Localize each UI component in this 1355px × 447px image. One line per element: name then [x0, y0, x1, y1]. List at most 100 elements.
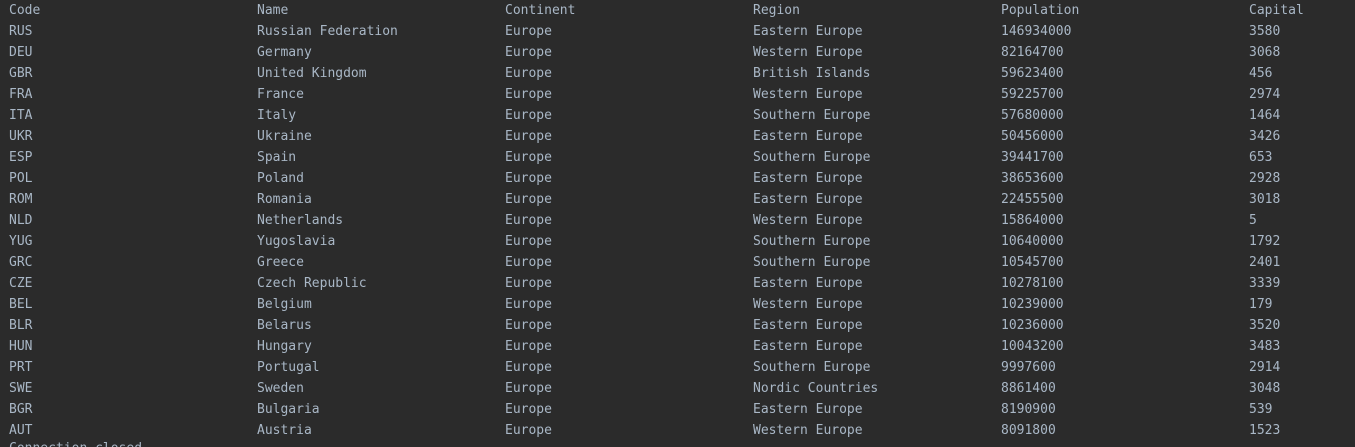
cell-population: 10545700: [1001, 255, 1064, 270]
cell-population: 22455500: [1001, 192, 1064, 207]
table-row: GBR United Kingdom Europe British Islands 59…: [0, 63, 1355, 84]
console-output: Code Name Continent Region Population Ca…: [0, 0, 1355, 447]
cell-region: Eastern Europe: [753, 276, 863, 291]
cell-continent: Europe: [505, 171, 552, 186]
cell-code: ITA: [9, 108, 33, 123]
cell-name: Italy: [257, 108, 297, 123]
cell-continent: Europe: [505, 45, 552, 60]
cell-region: Eastern Europe: [753, 171, 863, 186]
cell-name: Poland: [257, 171, 304, 186]
cell-code: PRT: [9, 360, 33, 375]
cell-region: British Islands: [753, 66, 871, 81]
cell-name: Germany: [257, 45, 312, 60]
cell-capital: 3426: [1249, 129, 1281, 144]
cell-name: France: [257, 87, 304, 102]
cell-code: FRA: [9, 87, 33, 102]
cell-code: HUN: [9, 339, 33, 354]
cell-name: Czech Republic: [257, 276, 367, 291]
cell-region: Eastern Europe: [753, 318, 863, 333]
table-row: FRA France Europe Western Europe 59225700 297…: [0, 84, 1355, 105]
cell-code: NLD: [9, 213, 33, 228]
cell-code: BEL: [9, 297, 33, 312]
cell-continent: Europe: [505, 318, 552, 333]
cell-region: Western Europe: [753, 213, 863, 228]
console-footer-text: Connection closed.: [9, 438, 150, 447]
cell-capital: 456: [1249, 66, 1273, 81]
cell-continent: Europe: [505, 276, 552, 291]
cell-region: Southern Europe: [753, 255, 871, 270]
cell-code: ESP: [9, 150, 33, 165]
cell-name: Bulgaria: [257, 402, 320, 417]
cell-capital: 3520: [1249, 318, 1281, 333]
cell-code: UKR: [9, 129, 33, 144]
cell-continent: Europe: [505, 381, 552, 396]
cell-population: 146934000: [1001, 24, 1072, 39]
cell-continent: Europe: [505, 234, 552, 249]
cell-name: Belgium: [257, 297, 312, 312]
table-row: ROM Romania Europe Eastern Europe 22455500 30…: [0, 189, 1355, 210]
cell-name: United Kingdom: [257, 66, 367, 81]
cell-population: 10640000: [1001, 234, 1064, 249]
cell-capital: 3339: [1249, 276, 1281, 291]
cell-region: Eastern Europe: [753, 129, 863, 144]
cell-name: Netherlands: [257, 213, 344, 228]
cell-region: Nordic Countries: [753, 381, 879, 396]
table-row: BLR Belarus Europe Eastern Europe 10236000 35…: [0, 315, 1355, 336]
cell-capital: 2974: [1249, 87, 1281, 102]
cell-region: Eastern Europe: [753, 192, 863, 207]
cell-name: Belarus: [257, 318, 312, 333]
cell-capital: 179: [1249, 297, 1273, 312]
cell-continent: Europe: [505, 150, 552, 165]
cell-continent: Europe: [505, 24, 552, 39]
cell-population: 10043200: [1001, 339, 1064, 354]
cell-capital: 3048: [1249, 381, 1281, 396]
cell-capital: 3483: [1249, 339, 1281, 354]
table-row: YUG Yugoslavia Europe Southern Europe 106400…: [0, 231, 1355, 252]
cell-region: Western Europe: [753, 45, 863, 60]
cell-population: 15864000: [1001, 213, 1064, 228]
cell-population: 8091800: [1001, 423, 1056, 438]
cell-capital: 1792: [1249, 234, 1281, 249]
cell-region: Western Europe: [753, 423, 863, 438]
cell-population: 59225700: [1001, 87, 1064, 102]
cell-code: BLR: [9, 318, 33, 333]
table-row: ITA Italy Europe Southern Europe 57680000 146…: [0, 105, 1355, 126]
cell-code: RUS: [9, 24, 33, 39]
cell-capital: 3018: [1249, 192, 1281, 207]
cell-population: 10239000: [1001, 297, 1064, 312]
cell-population: 57680000: [1001, 108, 1064, 123]
cell-code: YUG: [9, 234, 33, 249]
cell-name: Ukraine: [257, 129, 312, 144]
cell-code: BGR: [9, 402, 33, 417]
cell-capital: 2401: [1249, 255, 1281, 270]
cell-region: Eastern Europe: [753, 24, 863, 39]
cell-continent: Europe: [505, 213, 552, 228]
table-row: SWE Sweden Europe Nordic Countries 8861400 30…: [0, 378, 1355, 399]
table-body: RUS Russian Federation Europe Eastern Europ…: [0, 21, 1355, 441]
table-row: POL Poland Europe Eastern Europe 38653600 292…: [0, 168, 1355, 189]
cell-code: GBR: [9, 66, 33, 81]
cell-continent: Europe: [505, 297, 552, 312]
cell-name: Sweden: [257, 381, 304, 396]
cell-continent: Europe: [505, 255, 552, 270]
column-header-population: Population: [1001, 3, 1080, 18]
cell-capital: 539: [1249, 402, 1273, 417]
cell-code: DEU: [9, 45, 33, 60]
cell-capital: 2928: [1249, 171, 1281, 186]
table-row: RUS Russian Federation Europe Eastern Europ…: [0, 21, 1355, 42]
cell-region: Western Europe: [753, 87, 863, 102]
cell-population: 8190900: [1001, 402, 1056, 417]
cell-name: Yugoslavia: [257, 234, 336, 249]
cell-population: 50456000: [1001, 129, 1064, 144]
cell-capital: 3580: [1249, 24, 1281, 39]
cell-population: 8861400: [1001, 381, 1056, 396]
cell-region: Eastern Europe: [753, 339, 863, 354]
cell-region: Southern Europe: [753, 108, 871, 123]
cell-code: ROM: [9, 192, 33, 207]
cell-continent: Europe: [505, 360, 552, 375]
cell-continent: Europe: [505, 339, 552, 354]
cell-region: Southern Europe: [753, 360, 871, 375]
table-row: BEL Belgium Europe Western Europe 10239000 17…: [0, 294, 1355, 315]
table-row: NLD Netherlands Europe Western Europe 158640…: [0, 210, 1355, 231]
cell-code: SWE: [9, 381, 33, 396]
